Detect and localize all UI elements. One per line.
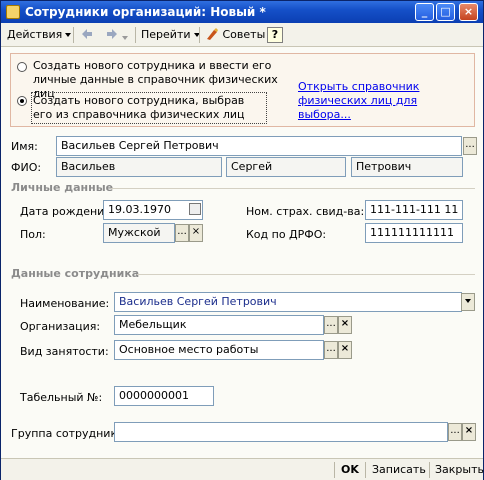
employment-type-input[interactable]: Основное место работы: [114, 340, 324, 360]
employee-form-window: Сотрудники организаций: Новый * _ □ × Де…: [0, 0, 484, 480]
goto-menu[interactable]: Перейти: [141, 27, 200, 43]
drfo-label: Код по ДРФО:: [246, 228, 327, 241]
forward-arrow-icon: [107, 29, 117, 39]
footer-separator: [334, 462, 335, 478]
snils-label: Ном. страх. свид-ва:: [246, 205, 365, 218]
section-divider: [137, 274, 475, 275]
employee-group-clear-icon[interactable]: ×: [462, 423, 476, 441]
name-select-button[interactable]: ...: [463, 137, 477, 155]
open-individuals-link[interactable]: Открыть справочник физических лиц для вы…: [298, 80, 468, 122]
snils-input[interactable]: 111-111-111 11: [365, 200, 463, 220]
employee-name-label: Наименование:: [20, 297, 110, 310]
employee-name-dropdown-button[interactable]: [461, 293, 475, 311]
forward-button[interactable]: [105, 27, 128, 43]
employee-group-select-button[interactable]: ...: [448, 423, 462, 441]
calendar-icon[interactable]: [189, 203, 201, 215]
gender-clear-icon[interactable]: ×: [189, 224, 203, 242]
footer-bar: OK Записать Закрыть: [1, 458, 484, 480]
option-enter-new-radio[interactable]: [17, 62, 27, 72]
dob-input[interactable]: 19.03.1970: [103, 200, 203, 220]
organization-label: Организация:: [20, 320, 101, 333]
personal-data-heading: Личные данные: [11, 181, 114, 194]
personnel-number-input[interactable]: 0000000001: [114, 386, 214, 406]
option-select-existing-radio[interactable]: [17, 96, 27, 106]
employee-group-label: Группа сотрудника:: [11, 427, 128, 440]
name-input[interactable]: Васильев Сергей Петрович: [56, 136, 462, 156]
tips-button[interactable]: Советы: [205, 27, 265, 43]
save-button[interactable]: Записать: [372, 463, 426, 476]
chevron-down-icon: [122, 36, 128, 40]
organization-clear-icon[interactable]: ×: [338, 316, 352, 334]
maximize-button[interactable]: □: [436, 3, 455, 21]
tips-label: Советы: [222, 28, 266, 41]
last-name-field[interactable]: Васильев: [56, 157, 222, 177]
personnel-number-label: Табельный №:: [20, 391, 103, 404]
tips-icon: [207, 28, 218, 40]
employee-data-heading: Данные сотрудника: [11, 267, 140, 280]
app-icon: [6, 5, 20, 19]
creation-mode-group: Создать нового сотрудника и ввести его л…: [10, 53, 475, 127]
ok-button[interactable]: OK: [341, 463, 359, 476]
organization-select-button[interactable]: ...: [324, 316, 338, 334]
employment-type-clear-icon[interactable]: ×: [338, 341, 352, 359]
chevron-down-icon: [65, 33, 72, 37]
gender-input[interactable]: Мужской: [103, 223, 175, 243]
employment-type-select-button[interactable]: ...: [324, 341, 338, 359]
organization-input[interactable]: Мебельщик: [114, 315, 324, 335]
fio-label: ФИО:: [11, 161, 42, 174]
actions-menu[interactable]: Действия: [7, 27, 72, 43]
name-label: Имя:: [11, 140, 38, 153]
actions-menu-label: Действия: [7, 28, 63, 41]
toolbar-separator: [73, 27, 74, 43]
toolbar: Действия Перейти Советы ?: [1, 23, 483, 47]
back-button[interactable]: [80, 27, 94, 43]
toolbar-separator: [135, 27, 136, 43]
footer-separator: [429, 462, 430, 478]
middle-name-field[interactable]: Петрович: [351, 157, 463, 177]
close-form-button[interactable]: Закрыть: [435, 463, 484, 476]
employee-group-input[interactable]: [114, 422, 448, 442]
drfo-input[interactable]: 111111111111: [365, 223, 463, 243]
dob-label: Дата рождения:: [20, 205, 115, 218]
option-select-existing-label[interactable]: Создать нового сотрудника, выбрав его из…: [31, 92, 267, 124]
gender-select-button[interactable]: ...: [175, 224, 189, 242]
chevron-down-icon: [465, 299, 471, 303]
section-divider: [111, 188, 475, 189]
footer-separator: [365, 462, 366, 478]
gender-label: Пол:: [20, 228, 46, 241]
employment-type-label: Вид занятости:: [20, 345, 109, 358]
employee-name-input[interactable]: Васильев Сергей Петрович: [114, 292, 462, 312]
goto-menu-label: Перейти: [141, 28, 191, 41]
toolbar-separator: [199, 27, 200, 43]
close-button[interactable]: ×: [459, 3, 478, 21]
help-button[interactable]: ?: [267, 27, 283, 43]
window-title: Сотрудники организаций: Новый *: [25, 5, 266, 19]
first-name-field[interactable]: Сергей: [226, 157, 346, 177]
minimize-button[interactable]: _: [415, 3, 434, 21]
title-bar: Сотрудники организаций: Новый * _ □ ×: [1, 1, 483, 23]
back-arrow-icon: [82, 29, 92, 39]
